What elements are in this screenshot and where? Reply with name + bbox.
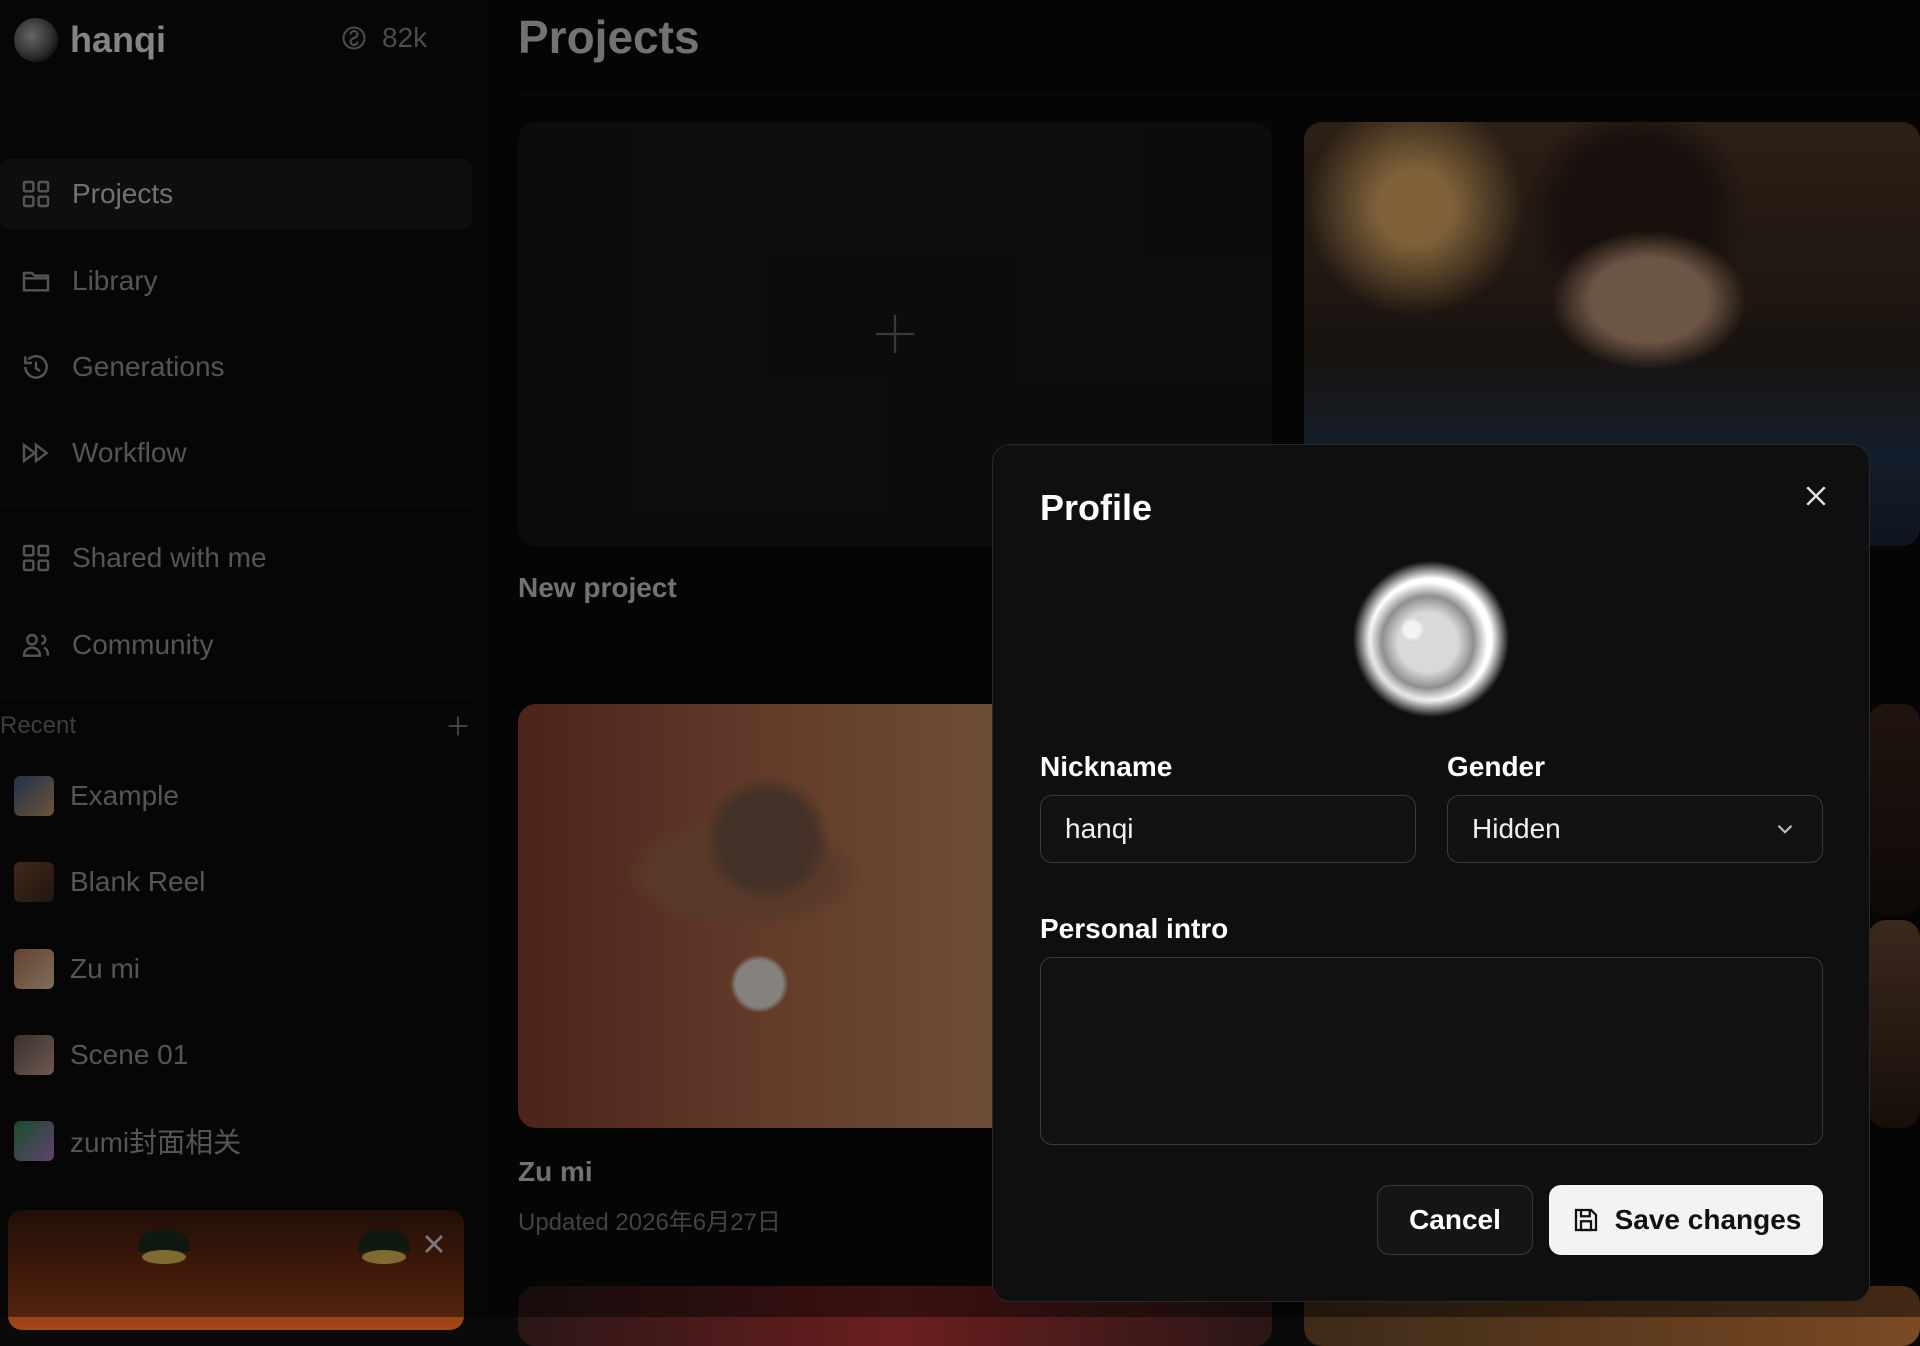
gender-label: Gender: [1447, 751, 1546, 782]
profile-dialog: Profile Nickname Gender Hidden Personal …: [992, 444, 1870, 1302]
gender-select[interactable]: Hidden: [1447, 795, 1823, 863]
save-icon: [1574, 1208, 1597, 1232]
nickname-input[interactable]: [1040, 795, 1416, 863]
cancel-button[interactable]: Cancel: [1377, 1185, 1533, 1255]
nickname-label: Nickname: [1040, 751, 1173, 782]
profile-avatar[interactable]: [1353, 561, 1509, 717]
intro-label: Personal intro: [1040, 913, 1229, 944]
close-icon[interactable]: [1801, 481, 1831, 511]
gender-value: Hidden: [1472, 813, 1561, 844]
personal-intro-textarea[interactable]: [1040, 957, 1823, 1145]
chevron-down-icon: [1777, 824, 1793, 834]
cancel-label: Cancel: [1409, 1204, 1501, 1235]
save-changes-button[interactable]: Save changes: [1549, 1185, 1823, 1255]
dialog-title: Profile: [1040, 487, 1153, 528]
save-label: Save changes: [1614, 1204, 1802, 1235]
